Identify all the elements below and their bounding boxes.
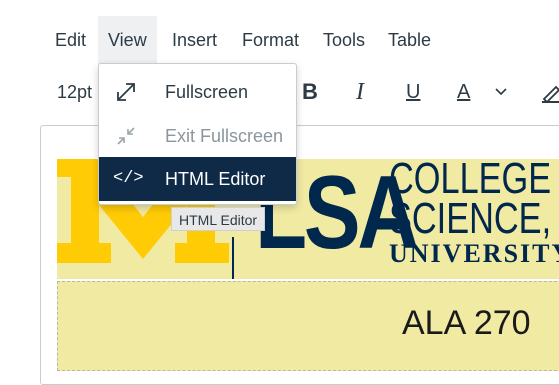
code-icon: </> bbox=[113, 169, 144, 188]
menu-tools[interactable]: Tools bbox=[313, 16, 375, 64]
underline-button[interactable]: U bbox=[406, 72, 420, 112]
logo-divider bbox=[232, 237, 234, 279]
menu-item-html-editor[interactable]: </> HTML Editor bbox=[99, 157, 296, 201]
tooltip: HTML Editor bbox=[171, 207, 266, 231]
menu-view[interactable]: View bbox=[98, 16, 157, 64]
chevron-down-icon[interactable] bbox=[494, 85, 508, 125]
menu-item-exit-fullscreen[interactable]: Exit Fullscreen bbox=[99, 114, 296, 158]
italic-button[interactable]: I bbox=[356, 72, 364, 112]
highlight-pen-icon[interactable] bbox=[540, 81, 559, 121]
menu-item-fullscreen[interactable]: Fullscreen bbox=[99, 70, 296, 114]
bold-button[interactable]: B bbox=[302, 72, 318, 112]
university-line: UNIVERSITY bbox=[389, 239, 559, 268]
menu-table[interactable]: Table bbox=[378, 16, 441, 64]
menu-item-label: HTML Editor bbox=[165, 169, 266, 189]
menu-item-label: Exit Fullscreen bbox=[165, 126, 284, 146]
menu-insert[interactable]: Insert bbox=[162, 16, 227, 64]
menu-edit[interactable]: Edit bbox=[45, 16, 96, 64]
text-color-button[interactable]: A bbox=[457, 72, 470, 112]
collapse-icon bbox=[117, 127, 135, 145]
course-code-heading: ALA 270 bbox=[402, 304, 531, 342]
menu-format[interactable]: Format bbox=[232, 16, 309, 64]
view-menu-dropdown: Fullscreen Exit Fullscreen </> HTML Edit… bbox=[98, 63, 297, 205]
expand-icon bbox=[117, 83, 135, 101]
menu-item-label: Fullscreen bbox=[165, 82, 249, 102]
content-block[interactable]: ALA 270 bbox=[57, 281, 559, 371]
college-line-2: SCIENCE, A bbox=[389, 194, 559, 243]
font-size-select[interactable]: 12pt bbox=[57, 72, 92, 112]
